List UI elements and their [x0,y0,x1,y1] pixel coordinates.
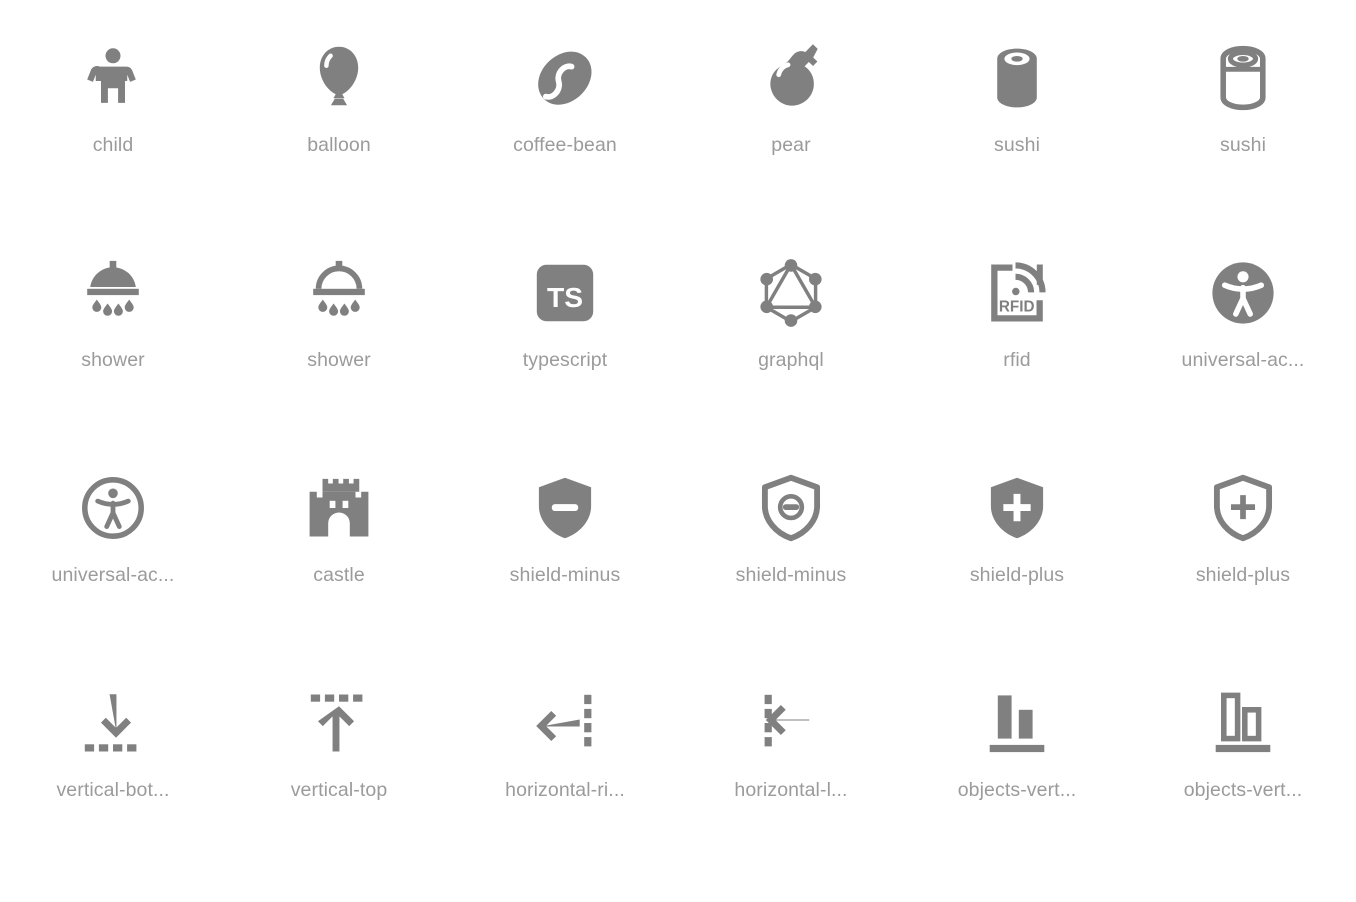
icon-cell-objects-vertical-bottom-outline[interactable]: objects-vert... [1130,687,1356,902]
align-horizontal-left-icon[interactable] [755,687,827,759]
icon-label: child [92,134,134,156]
sushi-filled-icon[interactable] [981,42,1053,114]
typescript-icon[interactable]: TS [529,257,601,329]
icon-cell-shield-plus-outline[interactable]: shield-plus [1130,472,1356,687]
icon-cell-sushi-outline[interactable]: sushi [1130,42,1356,257]
icon-label: shield-plus [1195,564,1291,586]
icon-cell-graphql[interactable]: graphql [678,257,904,472]
shield-minus-filled-icon[interactable] [529,472,601,544]
svg-text:RFID: RFID [999,299,1035,316]
icon-label: shield-minus [509,564,621,586]
icon-cell-coffee-bean[interactable]: coffee-bean [452,42,678,257]
icon-cell-align-vertical-bottom[interactable]: vertical-bot... [0,687,226,902]
icon-label: horizontal-l... [734,779,848,801]
icon-cell-align-horizontal-left[interactable]: horizontal-l... [678,687,904,902]
icon-label: universal-ac... [1181,349,1305,371]
pear-icon[interactable] [755,42,827,114]
shield-minus-outline-icon[interactable] [755,472,827,544]
shield-plus-filled-icon[interactable] [981,472,1053,544]
icon-cell-child[interactable]: child [0,42,226,257]
rfid-icon[interactable]: RFID [981,257,1053,329]
child-icon[interactable] [77,42,149,114]
coffee-bean-icon[interactable] [529,42,601,114]
icon-cell-shower-outline[interactable]: shower [226,257,452,472]
icon-label: shield-minus [735,564,847,586]
shield-plus-outline-icon[interactable] [1207,472,1279,544]
objects-vertical-bottom-outline-icon[interactable] [1207,687,1279,759]
icon-cell-shield-plus-filled[interactable]: shield-plus [904,472,1130,687]
icon-cell-balloon[interactable]: balloon [226,42,452,257]
sushi-outline-icon[interactable] [1207,42,1279,114]
icon-label: vertical-bot... [56,779,170,801]
icon-cell-castle[interactable]: castle [226,472,452,687]
icon-cell-universal-access-filled[interactable]: universal-ac... [1130,257,1356,472]
icon-cell-shield-minus-outline[interactable]: shield-minus [678,472,904,687]
align-vertical-top-icon[interactable] [303,687,375,759]
icon-cell-universal-access-outline[interactable]: universal-ac... [0,472,226,687]
icon-cell-typescript[interactable]: TS typescript [452,257,678,472]
icon-label: sushi [993,134,1041,156]
icon-label: universal-ac... [51,564,175,586]
icon-cell-objects-vertical-bottom-filled[interactable]: objects-vert... [904,687,1130,902]
icon-label: vertical-top [290,779,388,801]
icon-label: objects-vert... [1183,779,1303,801]
balloon-icon[interactable] [303,42,375,114]
icon-cell-sushi-filled[interactable]: sushi [904,42,1130,257]
icon-label: objects-vert... [957,779,1077,801]
align-horizontal-right-icon[interactable] [529,687,601,759]
shower-outline-icon[interactable] [303,257,375,329]
icon-label: sushi [1219,134,1267,156]
icon-label: castle [313,564,365,586]
icon-cell-rfid[interactable]: RFID rfid [904,257,1130,472]
icon-label: horizontal-ri... [505,779,625,801]
align-vertical-bottom-icon[interactable] [77,687,149,759]
icon-label: balloon [307,134,371,156]
icon-label: rfid [1003,349,1031,371]
icon-label: coffee-bean [513,134,617,156]
icon-label: shower [307,349,371,371]
icon-label: typescript [522,349,608,371]
icon-label: shield-plus [969,564,1065,586]
icon-cell-shower-filled[interactable]: shower [0,257,226,472]
icon-label: shower [81,349,145,371]
objects-vertical-bottom-filled-icon[interactable] [981,687,1053,759]
icon-cell-pear[interactable]: pear [678,42,904,257]
icon-grid: child balloon coffee-bean pear sushi sus… [0,0,1356,902]
castle-icon[interactable] [303,472,375,544]
universal-access-outline-icon[interactable] [77,472,149,544]
graphql-icon[interactable] [755,257,827,329]
icon-label: graphql [758,349,824,371]
icon-label: pear [771,134,811,156]
icon-cell-shield-minus-filled[interactable]: shield-minus [452,472,678,687]
icon-cell-align-vertical-top[interactable]: vertical-top [226,687,452,902]
universal-access-filled-icon[interactable] [1207,257,1279,329]
icon-cell-align-horizontal-right[interactable]: horizontal-ri... [452,687,678,902]
svg-text:TS: TS [547,281,583,313]
shower-filled-icon[interactable] [77,257,149,329]
